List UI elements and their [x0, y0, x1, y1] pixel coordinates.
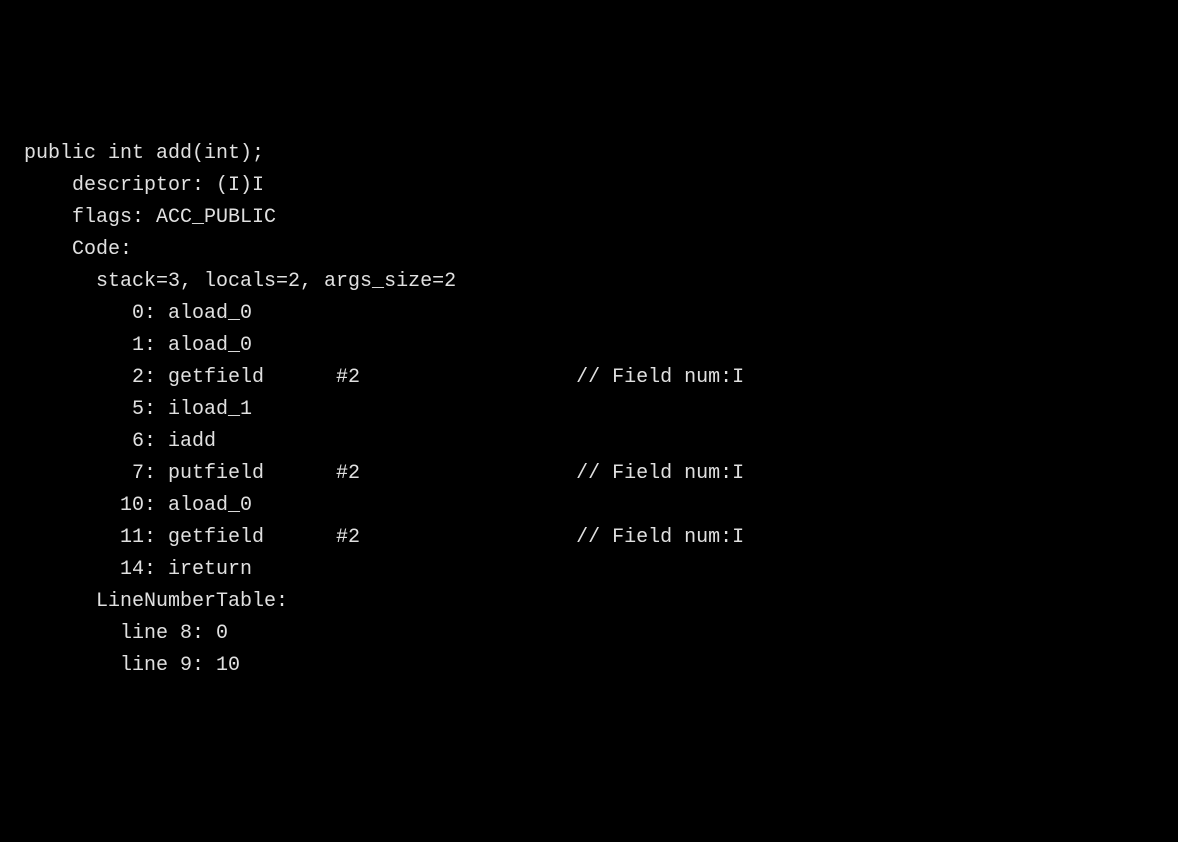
instruction-line: 10: aload_0 — [0, 490, 1178, 522]
instruction-line: 14: ireturn — [0, 554, 1178, 586]
flags-line: flags: ACC_PUBLIC — [0, 202, 1178, 234]
descriptor-line: descriptor: (I)I — [0, 170, 1178, 202]
line-number-entry: line 8: 0 — [0, 618, 1178, 650]
instruction-line: 1: aload_0 — [0, 330, 1178, 362]
instruction-line: 2: getfield #2 // Field num:I — [0, 362, 1178, 394]
stack-info: stack=3, locals=2, args_size=2 — [0, 266, 1178, 298]
instruction-line: 5: iload_1 — [0, 394, 1178, 426]
instruction-line: 11: getfield #2 // Field num:I — [0, 522, 1178, 554]
method-signature: public int add(int); — [0, 138, 1178, 170]
line-number-table-header: LineNumberTable: — [0, 586, 1178, 618]
instruction-line: 0: aload_0 — [0, 298, 1178, 330]
line-number-entry: line 9: 10 — [0, 650, 1178, 682]
code-header: Code: — [0, 234, 1178, 266]
instruction-line: 6: iadd — [0, 426, 1178, 458]
instruction-line: 7: putfield #2 // Field num:I — [0, 458, 1178, 490]
